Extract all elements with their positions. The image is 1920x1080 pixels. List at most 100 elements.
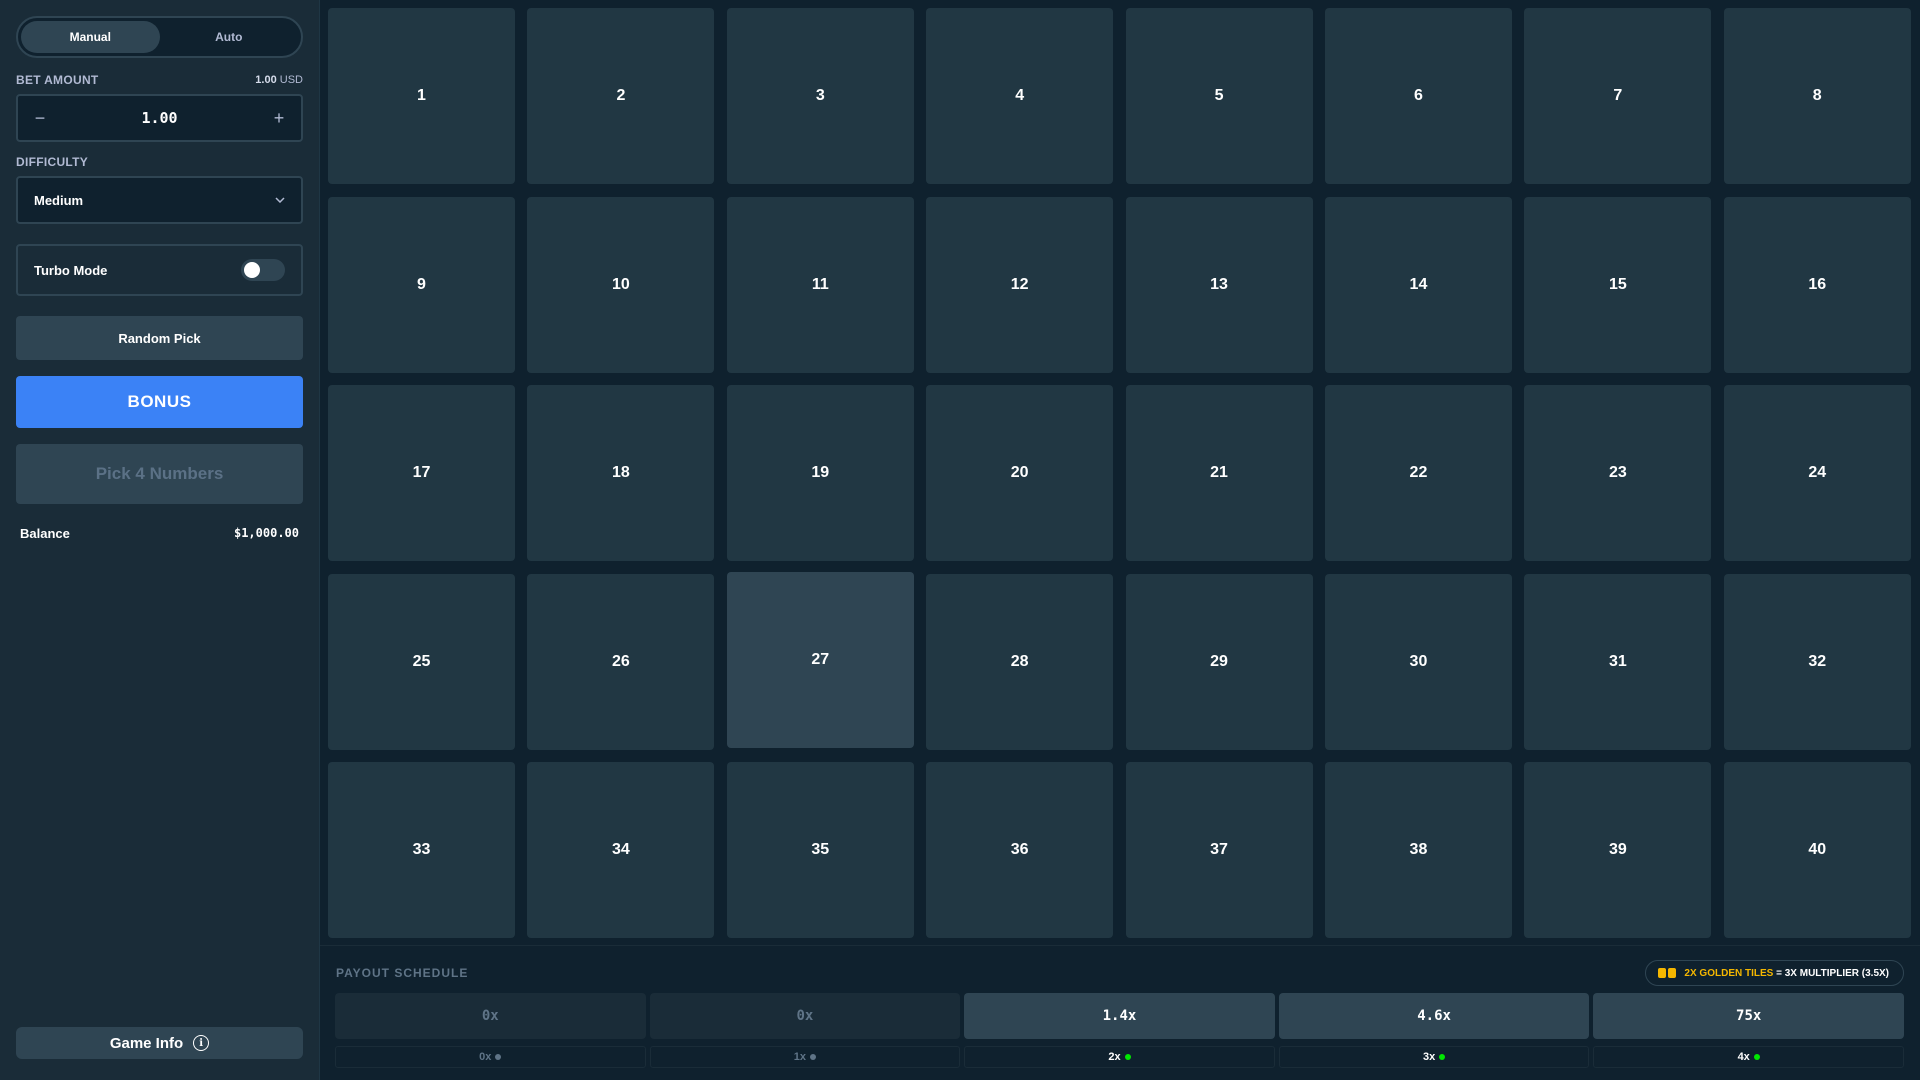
- sidebar-controls: Manual Auto BET AMOUNT 1.00 USD − 1.00 +…: [0, 0, 320, 1080]
- difficulty-value: Medium: [34, 192, 84, 208]
- status-dot-icon: [1439, 1054, 1446, 1060]
- payout-hit-count: 2x: [964, 1046, 1275, 1068]
- number-tile-33[interactable]: 33: [328, 762, 515, 938]
- number-tile-34[interactable]: 34: [527, 762, 715, 938]
- game-info-button[interactable]: Game Info i: [16, 1027, 303, 1059]
- difficulty-label: DIFFICULTY: [16, 155, 89, 169]
- bet-amount-value[interactable]: 1.00: [141, 109, 177, 127]
- number-tile-9[interactable]: 9: [328, 196, 515, 373]
- random-pick-button[interactable]: Random Pick: [16, 316, 303, 360]
- number-tile-23[interactable]: 23: [1524, 385, 1712, 561]
- number-tile-15[interactable]: 15: [1524, 196, 1712, 373]
- bet-decrease-button[interactable]: −: [32, 108, 48, 129]
- number-tile-40[interactable]: 40: [1723, 762, 1911, 938]
- golden-tiles-icon: [1658, 968, 1677, 978]
- payout-hits: 0x 1x 2x 3x 4x: [335, 1046, 1904, 1068]
- payout-multiplier: 75x: [1593, 993, 1904, 1039]
- game-board: 1 2 3 4 5 6 7 8 9 10 11 12 13 14 15 16 17 18 19 20 21 22 23 24 2…: [320, 0, 1920, 1080]
- bet-usd-unit: USD: [279, 74, 303, 86]
- game-app: Manual Auto BET AMOUNT 1.00 USD − 1.00 +…: [0, 0, 1920, 1080]
- status-dot-icon: [1753, 1054, 1760, 1060]
- number-tile-31[interactable]: 31: [1524, 573, 1712, 750]
- number-tile-29[interactable]: 29: [1125, 573, 1313, 750]
- hit-label: 3x: [1422, 1051, 1436, 1063]
- number-tile-11[interactable]: 11: [726, 196, 914, 373]
- number-tile-3[interactable]: 3: [726, 8, 914, 184]
- number-tile-36[interactable]: 36: [926, 762, 1114, 938]
- golden-tiles-badge: 2X GOLDEN TILES = 3X MULTIPLIER (3.5X): [1645, 960, 1904, 986]
- number-tile-21[interactable]: 21: [1125, 385, 1313, 561]
- number-tile-8[interactable]: 8: [1723, 8, 1911, 184]
- status-dot-icon: [495, 1054, 502, 1060]
- number-tile-20[interactable]: 20: [926, 385, 1114, 561]
- number-tile-16[interactable]: 16: [1723, 196, 1911, 373]
- payout-multiplier: 1.4x: [964, 993, 1275, 1039]
- pick-numbers-button[interactable]: Pick 4 Numbers: [16, 444, 303, 504]
- turbo-mode-row: Turbo Mode: [16, 244, 303, 296]
- payout-multiplier: 0x: [335, 993, 646, 1039]
- payout-hit-count: 4x: [1593, 1046, 1904, 1068]
- balance-value: $1,000.00: [233, 526, 299, 540]
- golden-multiplier-text: = 3X MULTIPLIER (3.5X): [1776, 967, 1889, 979]
- status-dot-icon: [810, 1054, 817, 1060]
- bet-amount-header: BET AMOUNT 1.00 USD: [16, 72, 303, 88]
- number-tile-17[interactable]: 17: [328, 385, 515, 561]
- game-info-label: Game Info: [109, 1034, 184, 1052]
- payout-multipliers: 0x 0x 1.4x 4.6x 75x: [335, 993, 1904, 1039]
- number-tile-19[interactable]: 19: [726, 385, 914, 561]
- number-tile-7[interactable]: 7: [1524, 8, 1712, 184]
- bet-increase-button[interactable]: +: [271, 108, 287, 129]
- number-tile-18[interactable]: 18: [527, 385, 715, 561]
- number-tile-26[interactable]: 26: [527, 573, 715, 750]
- payout-title: PAYOUT SCHEDULE: [336, 966, 469, 980]
- number-tile-10[interactable]: 10: [527, 196, 715, 373]
- turbo-mode-label: Turbo Mode: [34, 262, 108, 278]
- payout-hit-count: 3x: [1278, 1046, 1590, 1068]
- difficulty-select[interactable]: Medium: [16, 176, 303, 224]
- number-tile-27[interactable]: 27: [726, 571, 914, 748]
- hit-label: 1x: [793, 1051, 807, 1063]
- payout-hit-count: 0x: [335, 1046, 646, 1068]
- payout-multiplier: 0x: [649, 993, 961, 1039]
- balance-row: Balance $1,000.00: [16, 526, 303, 541]
- number-tile-35[interactable]: 35: [726, 762, 914, 938]
- payout-hit-count: 1x: [649, 1046, 961, 1068]
- tab-manual[interactable]: Manual: [21, 21, 160, 53]
- number-tile-13[interactable]: 13: [1125, 196, 1313, 373]
- bet-usd-value: 1.00: [255, 74, 277, 86]
- tab-auto[interactable]: Auto: [160, 21, 299, 53]
- number-tile-32[interactable]: 32: [1723, 573, 1911, 750]
- bet-amount-label: BET AMOUNT: [16, 73, 99, 87]
- hit-label: 2x: [1108, 1051, 1121, 1063]
- bet-amount-usd: 1.00 USD: [255, 74, 303, 86]
- hit-label: 0x: [479, 1051, 492, 1063]
- number-tile-28[interactable]: 28: [926, 573, 1114, 750]
- number-tile-12[interactable]: 12: [926, 196, 1114, 373]
- chevron-down-icon: [275, 194, 285, 206]
- number-tile-38[interactable]: 38: [1324, 762, 1512, 938]
- bet-amount-input[interactable]: − 1.00 +: [16, 94, 303, 142]
- number-tile-22[interactable]: 22: [1324, 385, 1512, 561]
- bonus-button[interactable]: BONUS: [16, 376, 303, 428]
- number-tile-24[interactable]: 24: [1723, 385, 1911, 561]
- golden-tiles-text: 2X GOLDEN TILES: [1684, 967, 1774, 979]
- number-tile-5[interactable]: 5: [1125, 8, 1313, 184]
- number-tile-1[interactable]: 1: [328, 8, 515, 184]
- number-tile-25[interactable]: 25: [328, 573, 515, 750]
- number-tile-37[interactable]: 37: [1125, 762, 1313, 938]
- number-tile-6[interactable]: 6: [1324, 8, 1512, 184]
- number-grid: 1 2 3 4 5 6 7 8 9 10 11 12 13 14 15 16 17 18 19 20 21 22 23 24 2…: [328, 8, 1912, 938]
- status-dot-icon: [1124, 1054, 1131, 1060]
- number-tile-39[interactable]: 39: [1524, 762, 1712, 938]
- number-tile-4[interactable]: 4: [926, 8, 1114, 184]
- turbo-mode-toggle[interactable]: [241, 259, 285, 281]
- hit-label: 4x: [1737, 1051, 1750, 1063]
- payout-multiplier: 4.6x: [1278, 993, 1590, 1039]
- number-tile-14[interactable]: 14: [1324, 196, 1512, 373]
- toggle-knob: [244, 262, 260, 278]
- mode-toggle: Manual Auto: [16, 16, 303, 58]
- number-tile-2[interactable]: 2: [527, 8, 715, 184]
- info-icon: i: [193, 1035, 210, 1051]
- difficulty-header: DIFFICULTY: [16, 154, 303, 170]
- number-tile-30[interactable]: 30: [1324, 573, 1512, 750]
